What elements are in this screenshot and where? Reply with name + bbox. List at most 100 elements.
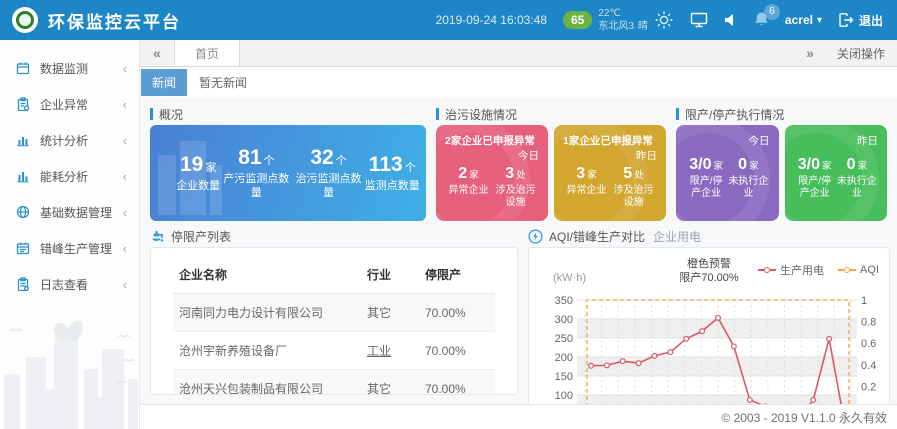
monitor-icon[interactable] xyxy=(690,11,708,29)
stat-abnormal-enterprises: 3家 异常企业 xyxy=(563,165,610,209)
svg-text:150: 150 xyxy=(555,371,573,383)
notifications-bell[interactable]: 6 xyxy=(754,11,769,30)
legend-item-aqi[interactable]: AQI xyxy=(838,264,879,276)
stat-noncompliant-enterprises: 0家 未执行企业 xyxy=(836,156,878,200)
sidebar-item-label: 日志查看 xyxy=(40,276,123,293)
stat-abnormal-enterprises: 2家 异常企业 xyxy=(445,165,492,209)
chevron-left-icon: ‹ xyxy=(123,169,127,184)
svg-text:350: 350 xyxy=(555,295,573,307)
svg-text:0.6: 0.6 xyxy=(861,338,876,350)
main-area: « 首页 » 关闭操作 新闻 暂无新闻 概况 19家 xyxy=(140,40,897,429)
stat-enterprise-count: 19家 企业数量 xyxy=(176,153,220,193)
legend-item-production-power[interactable]: 生产用电 xyxy=(758,262,824,278)
sidebar-item-base-data[interactable]: 基础数据管理 ‹ xyxy=(0,194,139,230)
page-footer: © 2003 - 2019 V1.1.0 永久有效 xyxy=(140,404,897,429)
tabs-scroll-left-button[interactable]: « xyxy=(140,40,174,66)
treatment-yesterday-card: 1家企业已申报异常 昨日 3家 异常企业 5处 涉及治污设施 xyxy=(554,125,666,221)
svg-text:0.8: 0.8 xyxy=(861,317,876,329)
sidebar-item-label: 能耗分析 xyxy=(40,168,123,185)
notification-count-badge: 6 xyxy=(764,4,780,20)
table-row: 沧州宇新养殖设备厂 工业 70.00% xyxy=(173,332,495,370)
copyright-text: © 2003 - 2019 V1.1.0 永久有效 xyxy=(721,409,887,426)
chevron-left-icon: ‹ xyxy=(123,97,127,112)
stat-restricted-enterprises: 3/0家 限产/停产企业 xyxy=(794,156,836,200)
limit-list-panel: 企业名称 行业 停限产 河南同力电力设计有限公司 其它 70.00% xyxy=(150,247,518,395)
clipboard-icon xyxy=(16,277,31,291)
aqi-chart-section: AQI/错峰生产对比 企业用电 (kW·h) 橙色预警 限产70.00% xyxy=(528,225,890,429)
section-bar-icon xyxy=(150,108,153,120)
stat-pollution-points: 81个 产污监测点数量 xyxy=(220,146,292,201)
logout-label: 退出 xyxy=(859,12,883,29)
globe-icon xyxy=(16,205,31,219)
faucet-icon xyxy=(150,229,165,244)
logout-icon xyxy=(838,12,854,28)
clipboard-icon xyxy=(16,97,31,111)
chart-subtitle: 企业用电 xyxy=(653,228,701,245)
tab-home[interactable]: 首页 xyxy=(174,40,240,66)
stat-restricted-enterprises: 3/0家 限产/停产企业 xyxy=(685,156,727,200)
section-bar-icon xyxy=(676,108,679,120)
treatment-section: 治污设施情况 2家企业已申报异常 今日 2家 异常企业 3处 xyxy=(436,103,666,221)
sidebar-item-label: 统计分析 xyxy=(40,132,123,149)
col-enterprise-name: 企业名称 xyxy=(173,256,361,294)
caret-down-icon: ▾ xyxy=(817,15,822,26)
bar-chart-icon xyxy=(16,133,31,147)
close-operations-button[interactable]: 关闭操作 xyxy=(837,45,885,62)
svg-text:0.2: 0.2 xyxy=(861,381,876,393)
app-header: 环保监控云平台 2019-09-24 16:03:48 65 22℃ 东北风3 … xyxy=(0,0,897,40)
limit-list-title: 停限产列表 xyxy=(150,225,518,247)
limit-list-table: 企业名称 行业 停限产 河南同力电力设计有限公司 其它 70.00% xyxy=(173,256,495,395)
weather-widget: 65 22℃ 东北风3 晴 xyxy=(563,7,674,33)
news-content: 暂无新闻 xyxy=(199,74,247,91)
sidebar-item-statistics[interactable]: 统计分析 ‹ xyxy=(0,122,139,158)
table-header-row: 企业名称 行业 停限产 xyxy=(173,256,495,294)
chevron-left-icon: ‹ xyxy=(123,61,127,76)
stat-noncompliant-enterprises: 0家 未执行企业 xyxy=(727,156,769,200)
svg-text:250: 250 xyxy=(555,333,573,345)
industry-link[interactable]: 工业 xyxy=(361,332,419,370)
bar-chart-icon xyxy=(16,169,31,183)
sidebar-item-label: 数据监测 xyxy=(40,60,123,77)
sidebar-item-label: 错峰生产管理 xyxy=(40,240,123,257)
temperature-text: 22℃ xyxy=(598,7,648,20)
sidebar-item-log-view[interactable]: 日志查看 ‹ xyxy=(0,266,139,302)
section-bar-icon xyxy=(436,108,439,120)
power-icon xyxy=(528,229,543,244)
restriction-section: 限产/停产执行情况 今日 3/0家 限产/停产企业 0家 未执行企业 xyxy=(676,103,887,221)
sidebar: 数据监测 ‹ 企业异常 ‹ 统计分析 ‹ xyxy=(0,40,140,429)
stat-involved-facilities: 3处 涉及治污设施 xyxy=(492,165,539,209)
news-label: 新闻 xyxy=(141,69,187,96)
calendar-icon xyxy=(16,61,31,75)
table-row: 沧州天兴包装制品有限公司 其它 70.00% xyxy=(173,370,495,396)
app-title: 环保监控云平台 xyxy=(48,8,181,33)
sidebar-item-peak-production[interactable]: 错峰生产管理 ‹ xyxy=(0,230,139,266)
calendar-icon xyxy=(16,241,31,255)
sidebar-item-label: 基础数据管理 xyxy=(40,204,123,221)
username-text: acrel xyxy=(785,13,813,27)
speaker-icon[interactable] xyxy=(724,13,738,27)
aqi-chart-title: AQI/错峰生产对比 企业用电 xyxy=(528,225,890,247)
chevron-left-icon: ‹ xyxy=(123,241,127,256)
sidebar-item-data-monitoring[interactable]: 数据监测 ‹ xyxy=(0,50,139,86)
sidebar-item-energy-analysis[interactable]: 能耗分析 ‹ xyxy=(0,158,139,194)
restriction-today-card: 今日 3/0家 限产/停产企业 0家 未执行企业 xyxy=(676,125,779,221)
tab-bar: « 首页 » 关闭操作 xyxy=(140,40,897,67)
stat-involved-facilities: 5处 涉及治污设施 xyxy=(610,165,657,209)
col-industry: 行业 xyxy=(361,256,419,294)
overview-section-title: 概况 xyxy=(150,103,426,125)
city-skyline-watermark xyxy=(0,319,140,429)
tabs-scroll-right-button[interactable]: » xyxy=(793,45,827,61)
stat-treatment-points: 32个 治污监测点数量 xyxy=(293,146,365,201)
aqi-chart-panel: (kW·h) 橙色预警 限产70.00% 生产用电 xyxy=(528,247,890,429)
svg-text:300: 300 xyxy=(555,314,573,326)
user-menu[interactable]: acrel ▾ xyxy=(785,13,822,27)
svg-text:1: 1 xyxy=(861,295,867,307)
sidebar-item-label: 企业异常 xyxy=(40,96,123,113)
treatment-today-card: 2家企业已申报异常 今日 2家 异常企业 3处 涉及治污设施 xyxy=(436,125,548,221)
logout-button[interactable]: 退出 xyxy=(838,12,883,29)
chart-legend: 生产用电 AQI xyxy=(758,262,879,278)
sun-icon xyxy=(654,10,674,30)
chevron-left-icon: ‹ xyxy=(123,277,127,292)
aqi-badge: 65 xyxy=(563,11,592,29)
sidebar-item-enterprise-anomaly[interactable]: 企业异常 ‹ xyxy=(0,86,139,122)
